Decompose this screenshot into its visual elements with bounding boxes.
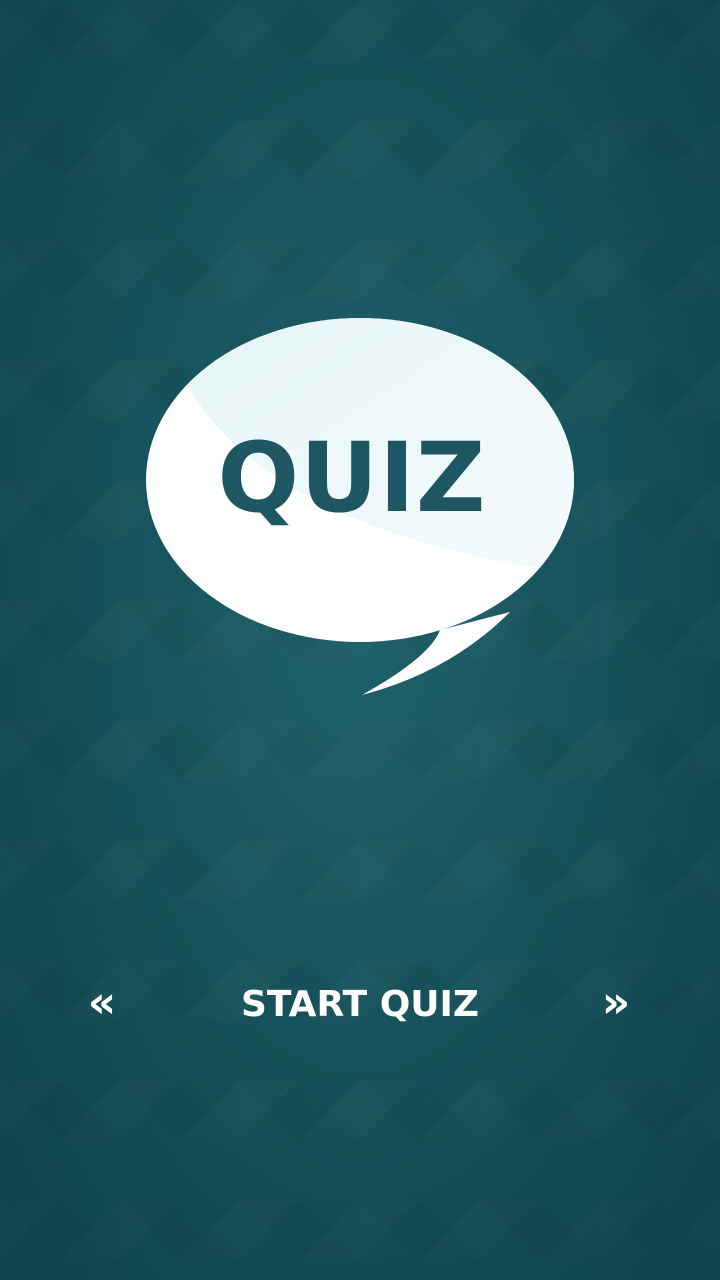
start-navigation: « START QUIZ » bbox=[0, 975, 720, 1039]
start-quiz-button[interactable]: START QUIZ bbox=[200, 975, 520, 1035]
logo-title: QUIZ bbox=[217, 422, 487, 534]
next-arrow-icon[interactable]: » bbox=[586, 975, 646, 1035]
quiz-logo: QUIZ bbox=[140, 312, 580, 704]
previous-arrow-icon[interactable]: « bbox=[72, 975, 132, 1035]
